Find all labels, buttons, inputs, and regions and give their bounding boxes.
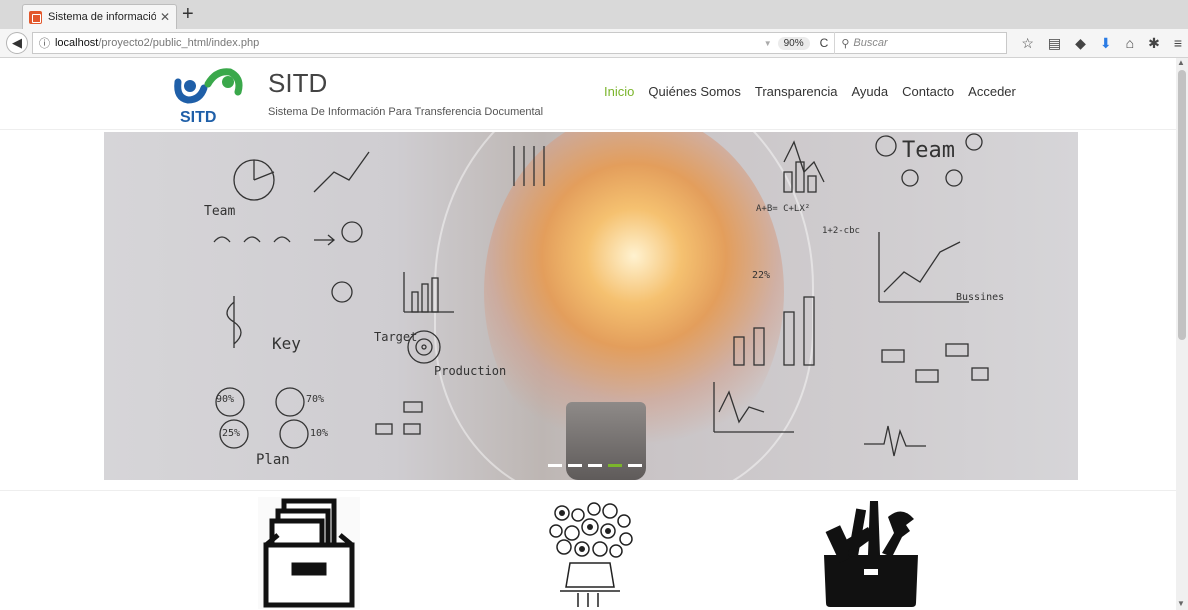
menu-item-transparencia[interactable]: Transparencia (755, 84, 838, 99)
new-tab-button[interactable]: + (182, 4, 194, 24)
info-icon[interactable]: ⓘ (39, 35, 50, 51)
url-path: /proyecto2/public_html/index.php (98, 37, 260, 49)
sitd-logo-icon[interactable]: SITD (172, 64, 244, 126)
browser-tab[interactable]: Sistema de información par ✕ (22, 4, 177, 29)
brand-subtitle: Sistema De Información Para Transferenci… (268, 106, 544, 118)
carousel-dot-active[interactable] (608, 464, 622, 467)
back-button[interactable]: ◀ (6, 32, 28, 54)
search-input[interactable]: ⚲ Buscar (834, 32, 1006, 54)
search-icon: ⚲ (841, 37, 850, 50)
menu-item-ayuda[interactable]: Ayuda (851, 84, 888, 99)
carousel-dot[interactable] (548, 464, 562, 467)
carousel-dot[interactable] (568, 464, 582, 467)
menu-icon[interactable]: ≡ (1174, 35, 1182, 51)
tab-title: Sistema de información par (48, 11, 156, 23)
menu-item-inicio[interactable]: Inicio (604, 84, 634, 99)
browser-tabbar: Sistema de información par ✕ + (0, 0, 1188, 29)
close-tab-icon[interactable]: ✕ (160, 10, 170, 24)
download-icon[interactable]: ⬇ (1100, 35, 1112, 52)
dropdown-arrow-icon[interactable]: ▼ (764, 39, 772, 48)
connected-laptop-icon[interactable] (542, 497, 638, 609)
page-scrollbar[interactable]: ▲ ▼ (1176, 58, 1188, 610)
menu-item-acceder[interactable]: Acceder (968, 84, 1016, 99)
url-bar[interactable]: ⓘ localhost /proyecto2/public_html/index… (31, 32, 1008, 54)
reading-list-icon[interactable]: ▤ (1048, 35, 1061, 52)
toolbar-icons: ☆ ▤ ◆ ⬇ ⌂ ✱ ≡ (1021, 35, 1182, 52)
zoom-indicator[interactable]: 90% (777, 36, 810, 50)
logo-text: SITD (180, 109, 216, 126)
carousel-dot[interactable] (628, 464, 642, 467)
menu-item-contacto[interactable]: Contacto (902, 84, 954, 99)
scrollbar-thumb[interactable] (1178, 70, 1186, 340)
url-host: localhost (54, 37, 99, 49)
reload-icon[interactable]: C (820, 36, 829, 50)
hero-carousel[interactable]: Team Team Key Target Production Plan Bus… (104, 132, 1078, 480)
search-placeholder: Buscar (853, 37, 888, 49)
toolbox-icon[interactable] (818, 497, 924, 609)
hero-doodles-drawing (213, 133, 989, 457)
extension-icon[interactable]: ✱ (1148, 35, 1160, 52)
pocket-icon[interactable]: ◆ (1075, 35, 1086, 52)
scroll-down-icon[interactable]: ▼ (1177, 599, 1185, 608)
main-menu: Inicio Quiénes Somos Transparencia Ayuda… (604, 84, 1016, 99)
archive-box-icon[interactable] (258, 497, 360, 609)
bookmark-star-icon[interactable]: ☆ (1021, 35, 1034, 52)
browser-navbar: ◀ ⓘ localhost /proyecto2/public_html/ind… (0, 29, 1188, 58)
site-header: SITD SITD Sistema De Información Para Tr… (0, 58, 1188, 130)
home-icon[interactable]: ⌂ (1126, 35, 1134, 51)
back-arrow-icon: ◀ (11, 35, 22, 50)
menu-item-quienes-somos[interactable]: Quiénes Somos (648, 84, 741, 99)
scroll-up-icon[interactable]: ▲ (1177, 58, 1185, 67)
xampp-favicon-icon (29, 10, 42, 24)
carousel-dot[interactable] (588, 464, 602, 467)
carousel-indicators (548, 464, 642, 467)
brand-title: SITD (268, 68, 328, 98)
web-page: SITD SITD Sistema De Información Para Tr… (0, 58, 1188, 610)
features-section (0, 490, 1188, 610)
